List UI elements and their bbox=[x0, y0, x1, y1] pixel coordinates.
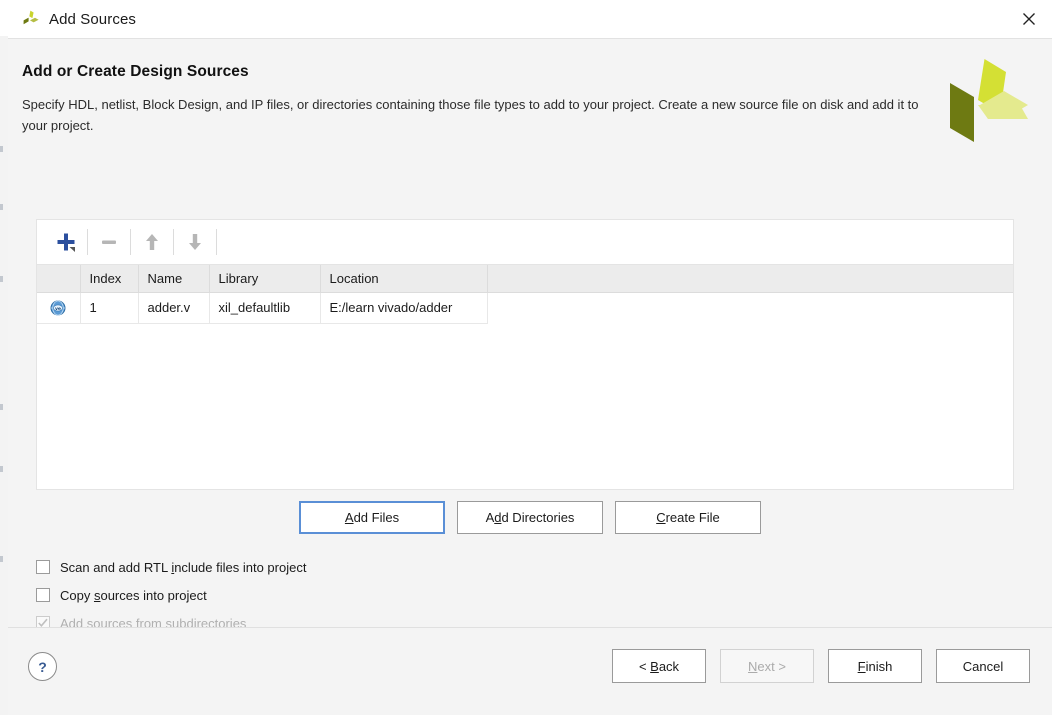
xilinx-logo bbox=[940, 57, 1032, 149]
sources-table: Index Name Library Location ve 1 adder.v… bbox=[37, 265, 1013, 324]
sources-panel: Index Name Library Location ve 1 adder.v… bbox=[36, 219, 1014, 490]
add-files-button[interactable]: Add Files bbox=[299, 501, 445, 534]
back-label: < Back bbox=[638, 658, 680, 674]
dialog-footer: ? < Back Next > Finish Cancel bbox=[8, 627, 1052, 715]
background-window-marks bbox=[0, 36, 3, 715]
cancel-button[interactable]: Cancel bbox=[936, 649, 1030, 683]
column-header-library[interactable]: Library bbox=[209, 265, 321, 293]
svg-text:ve: ve bbox=[55, 307, 61, 312]
create-file-button[interactable]: Create File bbox=[615, 501, 761, 534]
move-down-button[interactable] bbox=[176, 227, 214, 257]
column-header-location[interactable]: Location bbox=[320, 265, 488, 293]
finish-label: Finish bbox=[857, 658, 893, 674]
close-icon[interactable] bbox=[1006, 0, 1052, 37]
options-group: Scan and add RTL include files into proj… bbox=[36, 553, 306, 637]
move-up-button[interactable] bbox=[133, 227, 171, 257]
option-copy-sources-label: Copy sources into project bbox=[60, 587, 207, 603]
cell-name: adder.v bbox=[138, 292, 210, 324]
help-icon[interactable]: ? bbox=[28, 652, 57, 681]
add-directories-label: Add Directories bbox=[485, 510, 575, 525]
add-source-button[interactable] bbox=[47, 227, 85, 257]
add-sources-dialog: Add Sources Add or Create Design Sources… bbox=[8, 0, 1052, 715]
cell-location: E:/learn vivado/adder bbox=[320, 292, 488, 324]
next-label: Next > bbox=[748, 658, 786, 674]
remove-source-button[interactable] bbox=[90, 227, 128, 257]
toolbar-separator bbox=[173, 229, 174, 255]
help-label: ? bbox=[38, 658, 47, 675]
footer-buttons: < Back Next > Finish Cancel bbox=[612, 649, 1030, 683]
toolbar-separator bbox=[130, 229, 131, 255]
column-header-index[interactable]: Index bbox=[80, 265, 139, 293]
checkbox-copy-sources[interactable] bbox=[36, 588, 50, 602]
page-title: Add or Create Design Sources bbox=[22, 63, 249, 80]
dialog-title: Add Sources bbox=[49, 10, 136, 28]
cancel-label: Cancel bbox=[962, 658, 1004, 674]
add-files-label: Add Files bbox=[344, 510, 400, 525]
next-button[interactable]: Next > bbox=[720, 649, 814, 683]
column-header-name[interactable]: Name bbox=[138, 265, 210, 293]
checkbox-scan-rtl-include[interactable] bbox=[36, 560, 50, 574]
xilinx-logo-icon bbox=[22, 10, 40, 28]
dialog-titlebar: Add Sources bbox=[8, 0, 1052, 39]
option-scan-rtl-include[interactable]: Scan and add RTL include files into proj… bbox=[36, 553, 306, 581]
verilog-file-icon: ve bbox=[37, 292, 81, 324]
table-header-row: Index Name Library Location bbox=[37, 265, 1013, 293]
column-header-filler bbox=[487, 265, 1013, 293]
table-row[interactable]: ve 1 adder.v xil_defaultlib E:/learn viv… bbox=[37, 292, 1013, 324]
dialog-body: Add or Create Design Sources Specify HDL… bbox=[8, 39, 1052, 631]
column-header-icon[interactable] bbox=[37, 265, 81, 293]
action-buttons: Add Files Add Directories Create File bbox=[8, 501, 1052, 534]
option-copy-sources[interactable]: Copy sources into project bbox=[36, 581, 306, 609]
finish-button[interactable]: Finish bbox=[828, 649, 922, 683]
cell-library: xil_defaultlib bbox=[209, 292, 321, 324]
add-directories-button[interactable]: Add Directories bbox=[457, 501, 603, 534]
create-file-label: Create File bbox=[656, 510, 720, 525]
back-button[interactable]: < Back bbox=[612, 649, 706, 683]
toolbar-separator bbox=[216, 229, 217, 255]
header-block: Add or Create Design Sources Specify HDL… bbox=[22, 63, 932, 136]
sources-toolbar bbox=[37, 220, 1013, 265]
option-scan-rtl-include-label: Scan and add RTL include files into proj… bbox=[60, 559, 307, 575]
cell-index: 1 bbox=[80, 292, 139, 324]
page-description: Specify HDL, netlist, Block Design, and … bbox=[22, 97, 919, 133]
toolbar-separator bbox=[87, 229, 88, 255]
cell-filler bbox=[487, 292, 1013, 323]
